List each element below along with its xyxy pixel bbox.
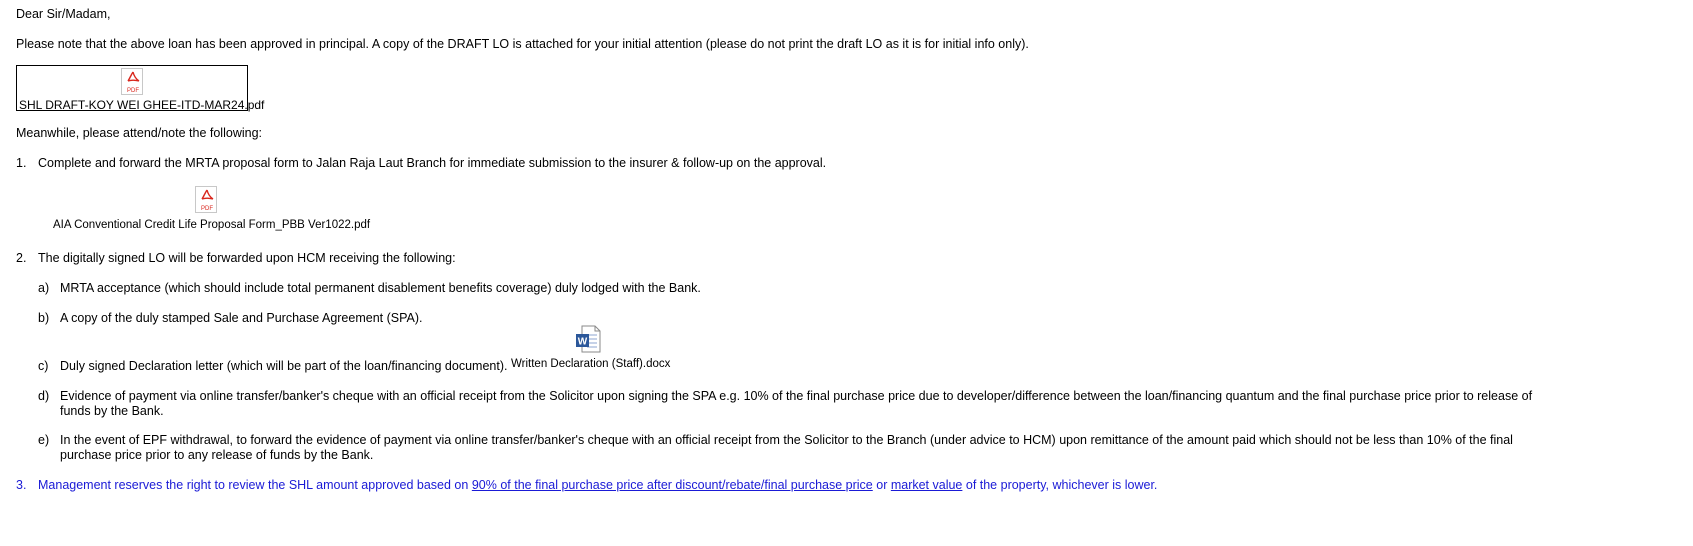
item-2-number: 2. [16,251,27,265]
subitem-c-text: Duly signed Declaration letter (which wi… [60,359,508,373]
item-3-text-before: Management reserves the right to review … [38,478,472,492]
market-value-link[interactable]: market value [891,478,963,492]
subitem-a-text: MRTA acceptance (which should include to… [60,281,701,295]
item-1-text: Complete and forward the MRTA proposal f… [38,156,827,170]
draft-lo-attachment[interactable]: PDF SHL DRAFT-KOY WEI GHEE-ITD-MAR24.pdf [16,65,264,112]
item-3-number: 3. [16,478,27,492]
svg-text:PDF: PDF [201,206,213,212]
word-document-icon: W [575,325,601,353]
subitem-d-text: Evidence of payment via online transfer/… [60,389,1533,418]
meanwhile-text: Meanwhile, please attend/note the follow… [16,126,262,140]
svg-text:PDF: PDF [127,88,139,94]
subitem-d-letter: d) [38,389,50,403]
svg-text:W: W [578,337,588,348]
greeting: Dear Sir/Madam, [16,7,111,21]
subitem-e-letter: e) [38,433,50,447]
pdf-file-icon: PDF [195,186,217,213]
item-1-number: 1. [16,156,27,170]
subitem-b-letter: b) [38,311,50,325]
item-3-text-mid: or [872,478,891,492]
purchase-price-link[interactable]: 90% of the final purchase price after di… [472,478,873,492]
subitem-b-text: A copy of the duly stamped Sale and Purc… [60,311,423,325]
item-3-text-after: of the property, whichever is lower. [962,478,1158,492]
subitem-c-letter: c) [38,359,49,373]
declaration-filename[interactable]: Written Declaration (Staff).docx [511,357,670,372]
subitem-a-letter: a) [38,281,50,295]
intro-paragraph: Please note that the above loan has been… [16,37,1029,51]
pdf-file-icon: PDF [121,68,143,95]
draft-lo-filename[interactable]: SHL DRAFT-KOY WEI GHEE-ITD-MAR24.pdf [19,98,264,113]
item-3-text: Management reserves the right to review … [38,478,1157,493]
mrta-form-filename[interactable]: AIA Conventional Credit Life Proposal Fo… [53,218,370,233]
subitem-e-text: In the event of EPF withdrawal, to forwa… [60,433,1513,462]
item-2-text: The digitally signed LO will be forwarde… [38,251,456,265]
